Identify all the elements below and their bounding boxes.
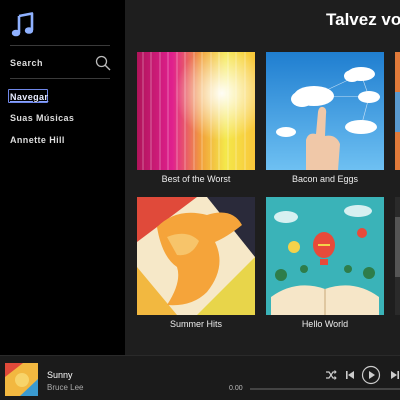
- album-art: [137, 52, 255, 170]
- album-title: Hello World: [301, 319, 349, 329]
- sidebar-item-navegar[interactable]: Navegar: [10, 92, 48, 102]
- playback-time: 0.00: [229, 385, 243, 392]
- sidebar-divider: [10, 45, 110, 46]
- sidebar: Search Navegar Suas Músicas Annette Hill: [0, 0, 125, 355]
- now-playing-art[interactable]: [5, 363, 38, 396]
- album-art: [137, 197, 255, 315]
- play-icon[interactable]: [361, 365, 381, 385]
- main-content: Talvez vo Best of the Worst Bacon and Eg…: [125, 0, 400, 355]
- sidebar-item-suas-musicas[interactable]: Suas Músicas: [10, 113, 74, 123]
- album-card-partial[interactable]: [395, 197, 400, 315]
- page-title: Talvez vo: [326, 10, 400, 29]
- album-card-partial[interactable]: [395, 52, 400, 170]
- search-icon[interactable]: [95, 55, 111, 71]
- album-card-bacon-and-eggs[interactable]: Bacon and Eggs: [266, 52, 384, 184]
- previous-icon[interactable]: [344, 369, 356, 381]
- now-playing-artist[interactable]: Bruce Lee: [47, 383, 83, 392]
- album-art: [266, 197, 384, 315]
- player-bar: Sunny Bruce Lee: [0, 355, 400, 400]
- next-icon[interactable]: [389, 369, 400, 381]
- album-title: Bacon and Eggs: [291, 174, 359, 184]
- now-playing-title[interactable]: Sunny: [47, 370, 73, 380]
- album-art: [266, 52, 384, 170]
- music-note-icon[interactable]: [10, 12, 36, 38]
- album-card-hello-world[interactable]: Hello World: [266, 197, 384, 329]
- album-title: Summer Hits: [169, 319, 222, 329]
- album-title: Best of the Worst: [161, 174, 231, 184]
- album-card-summer-hits[interactable]: Summer Hits: [137, 197, 255, 329]
- progress-bar[interactable]: [250, 388, 400, 390]
- album-card-best-of-the-worst[interactable]: Best of the Worst: [137, 52, 255, 184]
- shuffle-icon[interactable]: [325, 369, 337, 381]
- sidebar-divider: [10, 78, 110, 79]
- search-label[interactable]: Search: [10, 58, 43, 68]
- sidebar-item-annette-hill[interactable]: Annette Hill: [10, 135, 65, 145]
